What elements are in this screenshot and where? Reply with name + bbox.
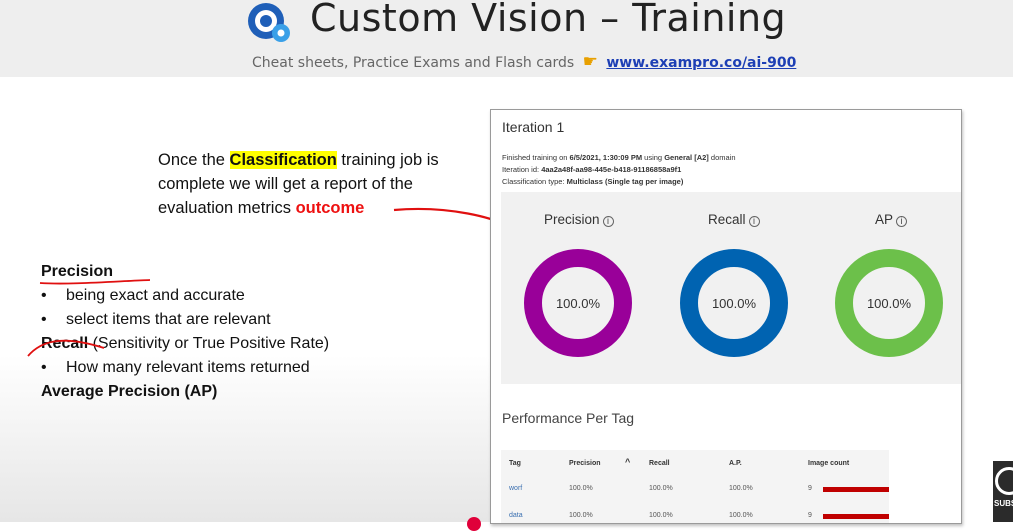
table-row-ap: 100.0% [729,485,753,492]
table-row-tag[interactable]: data [509,512,523,519]
column-header-tag[interactable]: Tag [509,460,521,467]
meta-classification-type: Multiclass (Single tag per image) [566,177,684,186]
classification-type-line: Classification type: Multiclass (Single … [502,177,683,186]
iteration-id-line: Iteration id: 4aa2a48f-aa98-445e-b418-91… [502,165,681,174]
precision-donut: 100.0% [524,249,632,357]
column-header-precision[interactable]: Precision [569,460,601,467]
meta-iteration-id: 4aa2a48f-aa98-445e-b418-91186858a9f1 [541,165,682,174]
column-header-ap[interactable]: A.P. [729,460,742,467]
subtitle-text: Cheat sheets, Practice Exams and Flash c… [252,55,575,71]
ap-donut: 100.0% [835,249,943,357]
ap-value: 100.0% [867,296,912,311]
recall-bullet: • How many relevant items returned [41,359,310,376]
background-fade [0,355,490,522]
pointing-hand-icon: ☛ [582,52,598,72]
meta-domain: General [A2] [664,153,709,162]
image-count-bar [823,487,889,492]
ap-label-text: AP [875,212,894,227]
meta-finished-date: 6/5/2021, 1:30:09 PM [569,153,643,162]
iteration-finished-line: Finished training on 6/5/2021, 1:30:09 P… [502,153,736,162]
performance-per-tag-title: Performance Per Tag [502,410,635,426]
precision-value: 100.0% [556,296,601,311]
precision-metric-label: Precision i [544,212,614,227]
table-row-recall: 100.0% [649,512,673,519]
table-row-recall: 100.0% [649,485,673,492]
page-title: Custom Vision – Training [310,0,787,40]
precision-label-text: Precision [544,212,600,227]
performance-table: Tag Precision ^ Recall A.P. Image count … [501,450,889,523]
exampro-link[interactable]: www.exampro.co/ai-900 [606,55,796,71]
info-icon[interactable]: i [748,216,760,227]
subscribe-label: SUBS [994,499,1013,508]
subtitle: Cheat sheets, Practice Exams and Flash c… [252,52,796,72]
info-icon[interactable]: i [602,216,614,227]
table-row-count: 9 [808,485,812,492]
table-row-precision: 100.0% [569,512,593,519]
table-row-precision: 100.0% [569,485,593,492]
ap-metric-label: AP i [875,212,908,227]
custom-vision-logo-icon [248,3,290,42]
intro-pre: Once the [158,151,230,169]
meta-using-label: using [642,153,665,162]
red-dot-marker [467,517,481,531]
subscribe-logo-icon [995,467,1013,495]
table-row-ap: 100.0% [729,512,753,519]
column-header-image-count[interactable]: Image count [808,460,849,467]
ap-heading: Average Precision (AP) [41,383,218,400]
outcome-word: outcome [295,199,365,217]
meta-finished-label: Finished training on [502,153,570,162]
recall-donut: 100.0% [680,249,788,357]
header-banner: Custom Vision – Training Cheat sheets, P… [0,0,1013,77]
recall-value: 100.0% [712,296,757,311]
column-header-recall[interactable]: Recall [649,460,670,467]
meta-id-label: Iteration id: [502,165,542,174]
table-row-count: 9 [808,512,812,519]
meta-type-label: Classification type: [502,177,567,186]
iteration-panel: Iteration 1 Finished training on 6/5/202… [490,109,962,524]
classification-highlight: Classification [229,151,337,169]
meta-domain-label: domain [708,153,736,162]
image-count-bar [823,514,889,519]
caret-up-icon[interactable]: ^ [625,457,630,467]
info-icon[interactable]: i [896,216,908,227]
table-row-tag[interactable]: worf [509,485,522,492]
red-underline-annotation [27,279,151,357]
recall-metric-label: Recall i [708,212,760,227]
recall-label-text: Recall [708,212,746,227]
recall-bullet-text: How many relevant items returned [66,359,310,376]
metrics-summary: Precision i 100.0% Recall i 100.0% AP i 100… [501,192,961,384]
iteration-title: Iteration 1 [502,119,565,135]
subscribe-button[interactable]: SUBS [993,461,1013,522]
